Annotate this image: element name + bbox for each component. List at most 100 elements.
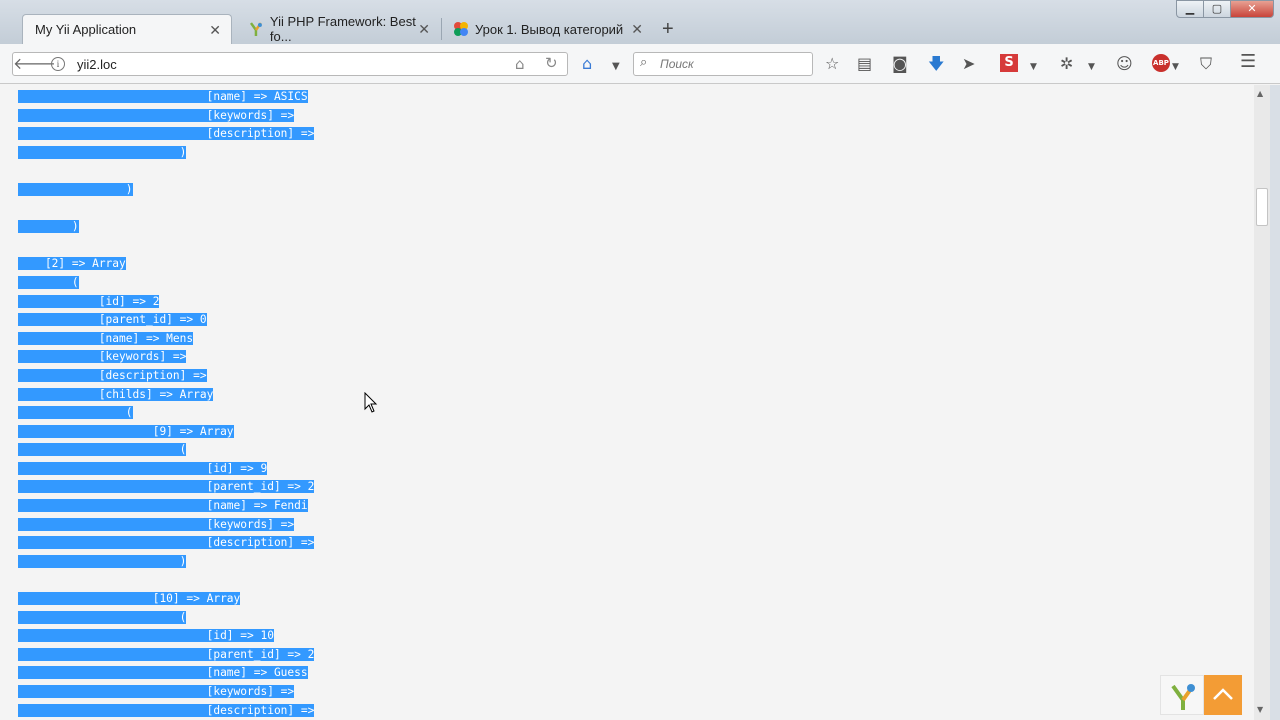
mouse-cursor-icon <box>364 392 378 413</box>
new-tab-button[interactable]: + <box>662 18 674 40</box>
selected-text: [description] => <box>18 536 315 550</box>
selected-text: ( <box>18 610 187 624</box>
selected-text: [10] => Array <box>18 592 241 606</box>
selected-text: ) <box>18 145 187 159</box>
output-line: [name] => Fendi <box>18 497 314 516</box>
send-icon[interactable]: ➤ <box>962 56 975 72</box>
dropdown-arrow-icon[interactable]: ▼ <box>1088 59 1095 75</box>
tab-title: Урок 1. Вывод категорий <box>475 21 624 37</box>
tab-yii-framework[interactable]: Yii PHP Framework: Best fo... ✕ <box>236 14 440 44</box>
selected-text: [parent_id] => 2 <box>18 480 315 494</box>
bookmark-star-icon[interactable]: ☆ <box>825 56 839 72</box>
info-icon[interactable]: i <box>51 57 65 71</box>
search-box[interactable]: ⌕ Поиск <box>633 52 813 76</box>
output-line: [keywords] => <box>18 683 314 702</box>
output-line: ) <box>18 181 314 200</box>
puzzle-icon <box>454 22 468 36</box>
selected-text: ( <box>18 406 133 420</box>
selected-text: ) <box>18 554 187 568</box>
tab-title: Yii PHP Framework: Best fo... <box>269 14 416 44</box>
output-line: [keywords] => <box>18 107 314 126</box>
page-content: [name] => ASICS [keywords] => [descripti… <box>0 85 1254 720</box>
selected-text: [description] => <box>18 703 315 717</box>
s-extension-icon[interactable]: S <box>1000 54 1018 72</box>
tab-my-yii-application[interactable]: My Yii Application ✕ <box>22 14 232 44</box>
output-line: [name] => ASICS <box>18 88 314 107</box>
reading-list-icon[interactable]: ▤ <box>857 56 872 72</box>
output-line: [9] => Array <box>18 423 314 442</box>
close-tab-icon[interactable]: ✕ <box>418 21 430 38</box>
output-line: ) <box>18 218 314 237</box>
close-window-icon[interactable]: ✕ <box>1230 0 1274 18</box>
yii-debug-toolbar-logo[interactable] <box>1160 675 1204 715</box>
tab-urok-1[interactable]: Урок 1. Вывод категорий ✕ <box>441 14 653 44</box>
download-icon[interactable]: 🡇 <box>928 56 944 72</box>
adblock-icon[interactable]: ABP <box>1152 54 1170 72</box>
pocket-icon[interactable]: ◙ <box>892 56 908 72</box>
output-line: [parent_id] => 2 <box>18 478 315 497</box>
dropdown-arrow-icon[interactable]: ▼ <box>612 59 620 75</box>
address-bar[interactable]: 🡐 i yii2.loc ⌂ ↻ <box>12 52 568 76</box>
selected-text: [id] => 10 <box>18 629 274 643</box>
output-line: [parent_id] => 0 <box>18 311 314 330</box>
output-line: [description] => <box>18 702 315 720</box>
print-r-output: [name] => ASICS [keywords] => [descripti… <box>18 88 315 720</box>
selected-text: [name] => ASICS <box>18 90 308 103</box>
selected-text: [name] => Guess <box>18 666 308 680</box>
scrollbar-thumb[interactable] <box>1256 188 1268 226</box>
output-line: [childs] => Array <box>18 386 314 405</box>
chat-icon[interactable]: ☺ <box>1116 56 1133 72</box>
selected-text: [name] => Fendi <box>18 499 308 513</box>
selected-text: ( <box>18 443 187 457</box>
selected-text: [2] => Array <box>18 257 126 271</box>
home-icon[interactable]: ⌂ <box>582 56 592 72</box>
url-text[interactable]: yii2.loc <box>77 57 117 72</box>
selected-text: [description] => <box>18 127 315 141</box>
selected-text: [parent_id] => 2 <box>18 647 315 661</box>
scroll-to-top-button[interactable] <box>1204 675 1242 715</box>
selected-text: [keywords] => <box>18 350 187 364</box>
dropdown-arrow-icon[interactable]: ▼ <box>1030 59 1037 75</box>
vertical-scrollbar[interactable]: ▲ ▼ <box>1254 85 1270 720</box>
output-line: [description] => <box>18 125 315 144</box>
output-line: [description] => <box>18 534 315 553</box>
selected-text: ) <box>18 220 79 234</box>
output-line: [id] => 10 <box>18 627 314 646</box>
back-arrow-icon[interactable]: 🡐 <box>13 51 56 77</box>
dropdown-arrow-icon[interactable]: ▼ <box>1172 59 1179 75</box>
reload-icon[interactable]: ↻ <box>545 54 558 72</box>
output-line: ( <box>18 404 314 423</box>
output-line: [10] => Array <box>18 590 314 609</box>
shield-icon[interactable]: ⛉ <box>1200 56 1212 72</box>
yii-logo-icon <box>1171 684 1195 710</box>
output-line: [name] => Mens <box>18 330 314 349</box>
menu-icon[interactable]: ☰ <box>1240 53 1256 71</box>
selected-text: [childs] => Array <box>18 387 214 401</box>
extension-icon[interactable]: ✲ <box>1060 56 1073 72</box>
home-site-icon[interactable]: ⌂ <box>515 55 525 73</box>
yii-logo-icon <box>249 22 262 36</box>
tab-strip: My Yii Application ✕ Yii PHP Framework: … <box>0 0 1280 44</box>
selected-text: [id] => 9 <box>18 461 268 475</box>
output-line: [keywords] => <box>18 516 314 535</box>
minimize-icon[interactable]: ▁ <box>1176 0 1204 18</box>
output-line: ( <box>18 609 314 628</box>
selected-text: [id] => 2 <box>18 294 160 308</box>
scroll-down-icon[interactable]: ▼ <box>1257 705 1263 714</box>
output-line: [name] => Guess <box>18 664 314 683</box>
output-line: ) <box>18 144 314 163</box>
chevron-up-icon <box>1213 688 1233 700</box>
close-tab-icon[interactable]: ✕ <box>209 22 221 39</box>
selected-text: [9] => Array <box>18 424 234 438</box>
close-tab-icon[interactable]: ✕ <box>631 21 643 38</box>
scroll-up-icon[interactable]: ▲ <box>1257 89 1263 98</box>
search-placeholder: Поиск <box>660 57 694 71</box>
maximize-icon[interactable]: ▢ <box>1203 0 1231 18</box>
selected-text: [keywords] => <box>18 517 295 531</box>
output-line: [2] => Array <box>18 255 314 274</box>
output-line: ) <box>18 553 314 572</box>
